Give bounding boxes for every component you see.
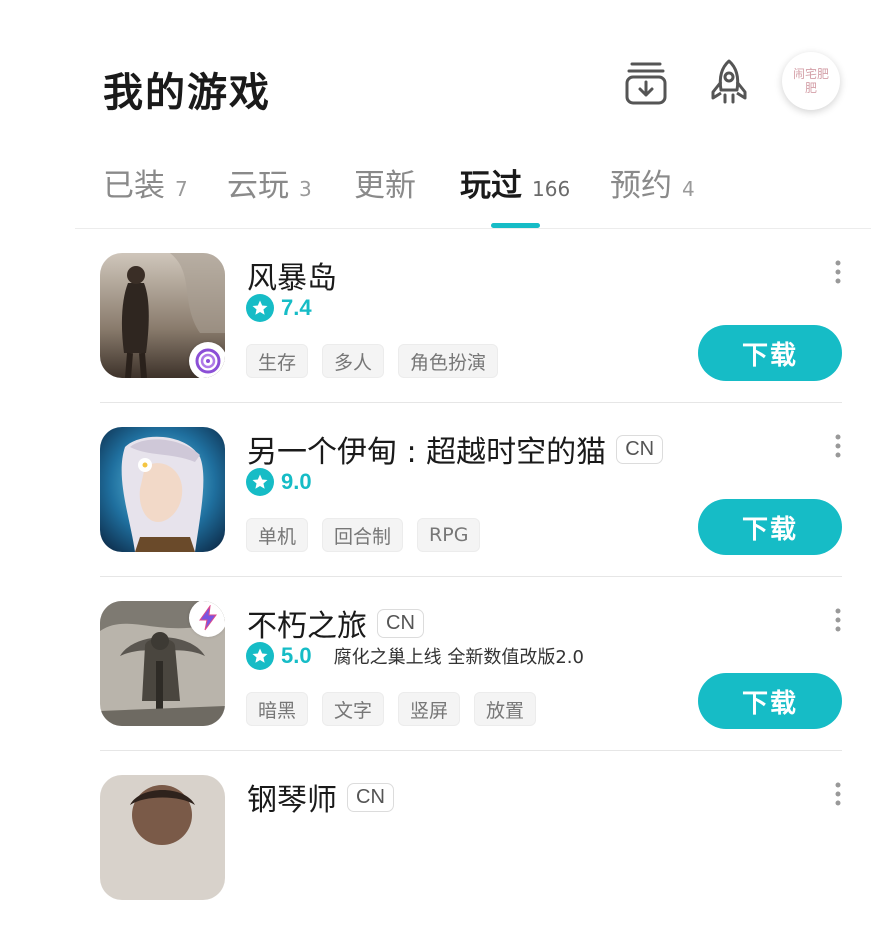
rating: 5.0 腐化之巢上线 全新数值改版2.0 <box>246 642 584 670</box>
more-options-icon[interactable] <box>830 259 846 285</box>
list-item[interactable]: 另一个伊甸 : 超越时空的猫 CN 9.0 单机 回合制 RPG 下载 <box>0 403 896 577</box>
tab-installed[interactable]: 已装 7 <box>103 160 188 216</box>
region-badge: CN <box>616 434 664 464</box>
tag[interactable]: 回合制 <box>322 518 404 552</box>
region-badge: CN <box>347 782 394 812</box>
rating: 7.4 <box>246 294 312 322</box>
tags: 暗黑 文字 竖屏 放置 <box>246 692 550 726</box>
tag[interactable]: 生存 <box>246 344 309 378</box>
game-name[interactable]: 不朽之旅 <box>247 601 367 645</box>
tag[interactable]: 多人 <box>322 344 385 378</box>
game-name[interactable]: 风暴岛 <box>247 253 337 297</box>
more-options-icon[interactable] <box>830 607 846 633</box>
tag[interactable]: 暗黑 <box>246 692 309 726</box>
tab-label: 云玩 <box>227 168 289 204</box>
tag[interactable]: 文字 <box>322 692 385 726</box>
tab-updates[interactable]: 更新 <box>354 160 416 216</box>
list-item[interactable]: 钢琴师 CN <box>0 751 896 925</box>
tab-label: 预约 <box>610 168 672 204</box>
tab-count: 3 <box>299 177 312 201</box>
region-badge: CN <box>377 608 424 638</box>
game-title-row: 风暴岛 <box>247 253 337 297</box>
download-button[interactable]: 下载 <box>698 673 842 729</box>
rating-value: 7.4 <box>281 295 312 320</box>
avatar[interactable]: 闹宅肥肥 <box>782 52 840 110</box>
game-icon-immortal-journey[interactable] <box>100 601 225 726</box>
tag[interactable]: 竖屏 <box>398 692 461 726</box>
download-button[interactable]: 下载 <box>698 325 842 381</box>
list-item[interactable]: 风暴岛 7.4 生存 多人 角色扮演 下载 <box>0 229 896 403</box>
tag[interactable]: 放置 <box>474 692 537 726</box>
tags: 生存 多人 角色扮演 <box>246 344 512 378</box>
tag[interactable]: 单机 <box>246 518 309 552</box>
game-title-row: 不朽之旅 CN <box>247 601 424 645</box>
tab-label: 已装 <box>103 168 165 204</box>
tab-label: 更新 <box>354 168 416 204</box>
list-item[interactable]: 不朽之旅 CN 5.0 腐化之巢上线 全新数值改版2.0 暗黑 文字 竖屏 放置… <box>0 577 896 751</box>
star-icon <box>246 642 274 670</box>
tab-bar: 已装 7 云玩 3 更新 玩过 166 预约 4 <box>0 160 896 220</box>
avatar-text: 闹宅肥肥 <box>792 67 829 95</box>
game-name[interactable]: 另一个伊甸 : 超越时空的猫 <box>247 427 606 471</box>
update-note: 腐化之巢上线 全新数值改版2.0 <box>333 647 584 668</box>
game-icon-pianist[interactable] <box>100 775 225 900</box>
game-name[interactable]: 钢琴师 <box>247 775 337 819</box>
download-manager-icon[interactable] <box>622 58 670 106</box>
tab-played[interactable]: 玩过 166 <box>460 160 570 216</box>
more-options-icon[interactable] <box>830 781 846 807</box>
game-icon-storm-island[interactable] <box>100 253 225 378</box>
tags: 单机 回合制 RPG <box>246 518 494 552</box>
star-icon <box>246 294 274 322</box>
tab-cloud-play[interactable]: 云玩 3 <box>227 160 312 216</box>
game-icon-another-eden[interactable] <box>100 427 225 552</box>
tag[interactable]: 角色扮演 <box>398 344 499 378</box>
rating-value: 5.0 <box>281 643 312 668</box>
rocket-icon[interactable] <box>705 58 753 106</box>
page-title: 我的游戏 <box>103 70 271 116</box>
tab-label: 玩过 <box>460 168 522 204</box>
rating: 9.0 <box>246 468 312 496</box>
game-title-row: 另一个伊甸 : 超越时空的猫 CN <box>247 427 664 471</box>
star-icon <box>246 468 274 496</box>
tab-reserved[interactable]: 预约 4 <box>610 160 695 216</box>
tab-count: 4 <box>682 177 695 201</box>
game-title-row: 钢琴师 CN <box>247 775 394 819</box>
tab-count: 166 <box>532 177 571 201</box>
download-button[interactable]: 下载 <box>698 499 842 555</box>
tab-count: 7 <box>175 177 188 201</box>
rating-value: 9.0 <box>281 469 312 494</box>
purple-spiral-icon <box>189 342 225 378</box>
more-options-icon[interactable] <box>830 433 846 459</box>
tag[interactable]: RPG <box>417 518 481 552</box>
lightning-bolt-icon <box>189 601 225 637</box>
header: 我的游戏 闹宅肥肥 <box>0 0 896 150</box>
